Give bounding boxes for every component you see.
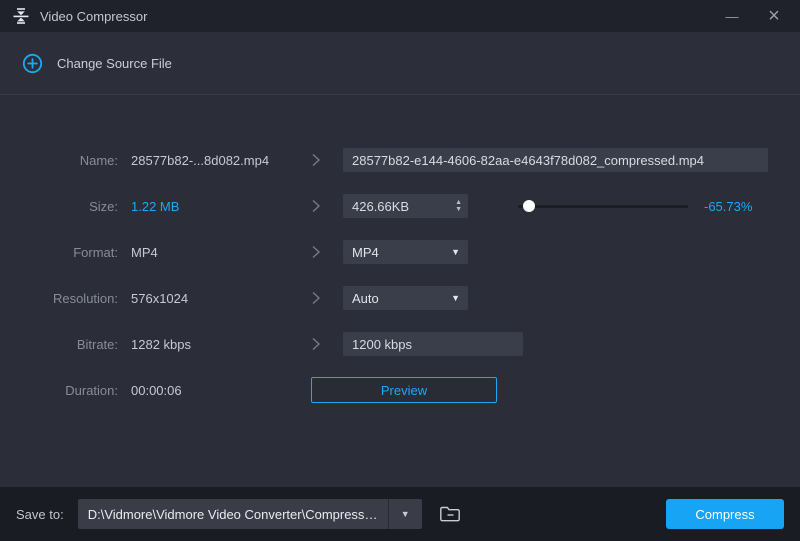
form-row-bitrate: Bitrate: 1282 kbps <box>0 321 800 367</box>
footer-bar: Save to: D:\Vidmore\Vidmore Video Conver… <box>0 487 800 541</box>
save-path-value: D:\Vidmore\Vidmore Video Converter\Compr… <box>87 506 379 522</box>
resolution-select-value: Auto <box>352 290 379 306</box>
form-row-size: Size: 1.22 MB ▲ ▼ -65.73% <box>0 183 800 229</box>
compress-button[interactable]: Compress <box>666 499 784 529</box>
size-slider-thumb[interactable] <box>522 200 535 212</box>
spinner-down-icon[interactable]: ▼ <box>455 206 462 213</box>
format-source-value: MP4 <box>131 244 158 260</box>
target-size-input[interactable]: ▲ ▼ <box>343 194 468 218</box>
chevron-right-icon <box>311 152 323 168</box>
size-source-value: 1.22 MB <box>131 198 180 214</box>
bitrate-source-value: 1282 kbps <box>131 336 191 352</box>
bitrate-label: Bitrate: <box>76 336 118 352</box>
target-bitrate-input[interactable] <box>343 332 523 356</box>
resolution-select[interactable]: Auto ▼ <box>343 286 468 310</box>
folder-icon <box>440 506 461 522</box>
name-label: Name: <box>79 152 118 168</box>
size-label: Size: <box>89 198 118 214</box>
video-compressor-window: Video Compressor — × Change Source File … <box>0 0 800 541</box>
form-row-resolution: Resolution: 576x1024 Auto ▼ <box>0 275 800 321</box>
window-title: Video Compressor <box>40 8 148 24</box>
size-slider-track <box>518 205 688 208</box>
minimize-icon[interactable]: — <box>718 4 746 28</box>
spinner-up-icon[interactable]: ▲ <box>455 199 462 206</box>
name-source-value: 28577b82-...8d082.mp4 <box>131 152 270 168</box>
size-reduction-percent: -65.73% <box>704 198 753 214</box>
titlebar: Video Compressor — × <box>0 0 800 32</box>
format-select[interactable]: MP4 ▼ <box>343 240 468 264</box>
compress-logo-icon <box>12 7 30 25</box>
chevron-right-icon <box>311 244 323 260</box>
caret-down-icon[interactable]: ▼ <box>389 509 422 519</box>
resolution-source-value: 576x1024 <box>131 290 189 306</box>
caret-down-icon: ▼ <box>451 247 460 257</box>
duration-source-value: 00:00:06 <box>131 382 182 398</box>
save-path-combo[interactable]: D:\Vidmore\Vidmore Video Converter\Compr… <box>77 499 422 529</box>
open-folder-button[interactable] <box>436 501 466 527</box>
save-to-label: Save to: <box>16 506 64 522</box>
size-slider[interactable] <box>518 199 688 213</box>
output-name-input[interactable] <box>343 148 768 172</box>
format-select-value: MP4 <box>352 244 379 260</box>
chevron-right-icon <box>311 290 323 306</box>
resolution-label: Resolution: <box>52 290 118 306</box>
chevron-right-icon <box>311 198 323 214</box>
form-row-name: Name: 28577b82-...8d082.mp4 <box>0 137 800 183</box>
preview-button[interactable]: Preview <box>311 377 497 403</box>
caret-down-icon: ▼ <box>451 293 460 303</box>
close-icon[interactable]: × <box>760 4 788 28</box>
change-source-file-button[interactable]: Change Source File <box>57 56 172 71</box>
chevron-right-icon <box>311 336 323 352</box>
format-label: Format: <box>73 244 118 260</box>
compression-form: Name: 28577b82-...8d082.mp4 Size: 1.22 M… <box>0 95 800 487</box>
form-row-format: Format: MP4 MP4 ▼ <box>0 229 800 275</box>
duration-label: Duration: <box>65 382 118 398</box>
add-source-icon[interactable] <box>22 53 43 74</box>
form-row-duration: Duration: 00:00:06 Preview <box>0 367 800 413</box>
target-size-value[interactable] <box>343 198 456 214</box>
source-header: Change Source File <box>0 32 800 95</box>
